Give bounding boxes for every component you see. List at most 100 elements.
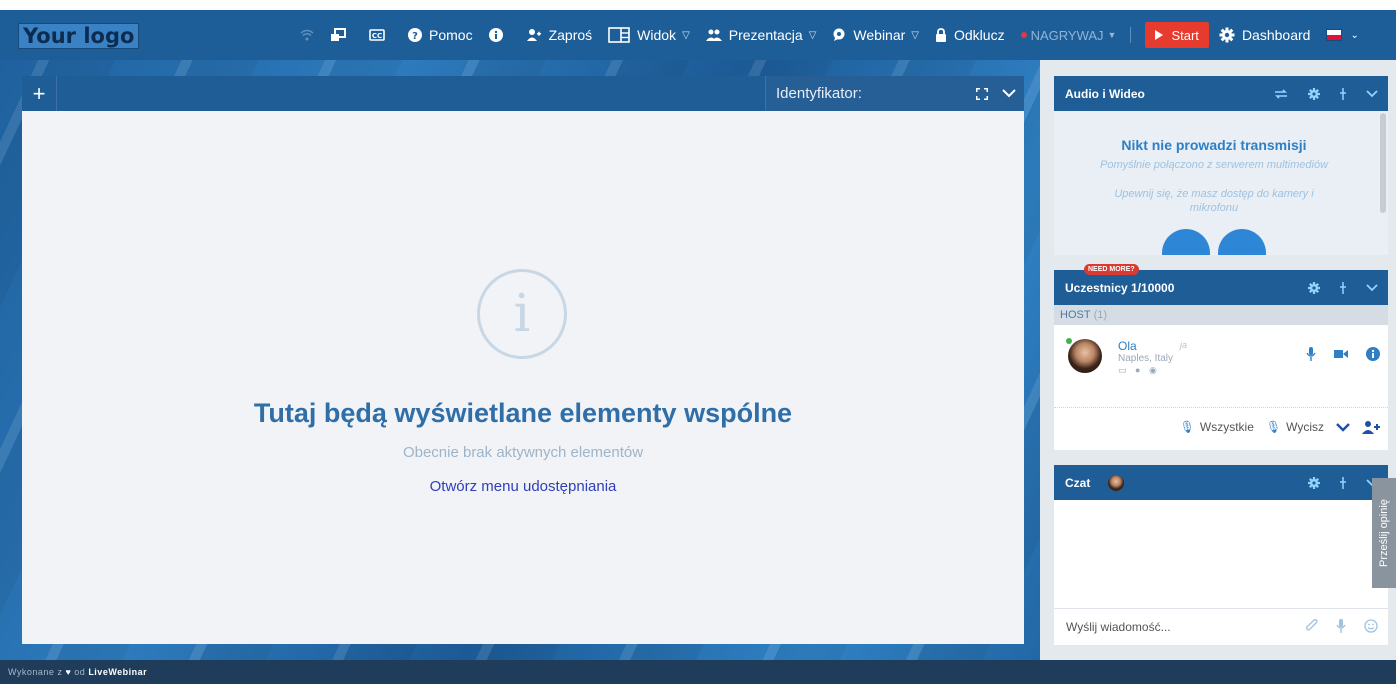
add-user-icon[interactable]: [1362, 420, 1380, 434]
info-icon: i: [477, 269, 567, 359]
microphone-button[interactable]: [1218, 229, 1266, 255]
participant-location: Naples, Italy: [1118, 353, 1174, 364]
mute-all-button[interactable]: 🎙︎ Wycisz: [1266, 420, 1324, 434]
info-icon[interactable]: [1366, 347, 1380, 361]
help-button[interactable]: ? Pomoc: [408, 27, 473, 43]
layout-switch-button[interactable]: [330, 28, 353, 42]
poland-flag-icon: [1326, 29, 1343, 41]
host-count: (1): [1093, 309, 1108, 321]
chevron-down-icon[interactable]: [994, 76, 1024, 111]
gear-icon[interactable]: [1308, 476, 1320, 489]
pin-icon[interactable]: [1340, 281, 1346, 294]
heart-icon: ♥: [65, 667, 72, 677]
lock-icon: [935, 28, 947, 42]
gear-icon: [1219, 27, 1235, 43]
footer-by: od: [74, 667, 86, 677]
language-selector[interactable]: ⌄: [1326, 29, 1359, 41]
pin-icon[interactable]: [1340, 87, 1346, 100]
gear-icon[interactable]: [1308, 281, 1320, 294]
chat-messages: [1054, 500, 1388, 608]
pin-icon[interactable]: [1340, 476, 1346, 489]
audio-video-panel: Audio i Wideo Nikt nie prowadzi transmis…: [1054, 76, 1388, 255]
footer: Wykonane z ♥ od LiveWebinar: [0, 660, 1396, 684]
feedback-label: Prześlij opinię: [1378, 499, 1390, 567]
chevron-down-icon[interactable]: [1366, 283, 1378, 292]
windows-icon: [330, 28, 346, 42]
camera-icon[interactable]: [1334, 347, 1348, 361]
avatar: [1068, 339, 1102, 373]
top-navbar: Your logo CC ? Pomoc Zaproś Widok ▽ Prez…: [0, 10, 1396, 60]
stage-header-right: Identyfikator:: [765, 76, 1024, 111]
layout-icon: [608, 27, 630, 43]
swap-icon[interactable]: [1274, 88, 1288, 99]
chevron-down-icon: ⌄: [1350, 29, 1359, 41]
panel-icons: [1308, 465, 1378, 500]
play-icon: [1155, 30, 1164, 40]
divider: [1130, 27, 1132, 43]
stage-header: + Identyfikator:: [22, 76, 1024, 111]
view-label: Widok: [637, 27, 677, 43]
webinar-icon: [832, 28, 846, 42]
dashboard-button[interactable]: Dashboard: [1219, 27, 1311, 43]
identifier-label: Identyfikator:: [765, 76, 970, 111]
open-share-menu-link[interactable]: Otwórz menu udostępniania: [22, 478, 1024, 495]
panel-title: Audio i Wideo: [1065, 86, 1145, 101]
microphone-icon: 🎙︎: [1179, 420, 1195, 434]
microphone-icon[interactable]: [1336, 619, 1346, 633]
panel-icons: [1308, 270, 1378, 305]
dashboard-label: Dashboard: [1241, 27, 1311, 43]
chevron-down-icon[interactable]: [1366, 89, 1378, 98]
audio-video-header: Audio i Wideo: [1054, 76, 1388, 111]
participants-header: Uczestnicy 1/10000: [1054, 270, 1388, 305]
camera-button[interactable]: [1162, 229, 1210, 255]
chevron-down-icon: ▽: [808, 29, 817, 41]
participant-name: Ola: [1118, 339, 1137, 353]
device-icons: ▭ ● ◉: [1118, 365, 1160, 375]
participant-self-tag: ja: [1180, 340, 1188, 350]
chat-header: Czat: [1054, 465, 1388, 500]
fullscreen-icon[interactable]: [970, 76, 994, 111]
unlock-button[interactable]: Odklucz: [935, 27, 1005, 43]
chevron-down-icon[interactable]: [1336, 422, 1350, 432]
svg-text:?: ?: [412, 31, 418, 42]
invite-button[interactable]: Zaproś: [526, 27, 592, 43]
participant-row[interactable]: Ola ja Naples, Italy ▭ ● ◉: [1054, 325, 1388, 408]
chevron-down-icon: ▽: [682, 29, 690, 41]
presentation-menu[interactable]: Prezentacja ▽: [705, 27, 817, 43]
unmute-all-button[interactable]: 🎙︎ Wszystkie: [1180, 420, 1254, 434]
audio-video-content: Nikt nie prowadzi transmisji Pomyślnie p…: [1054, 111, 1388, 255]
need-more-badge[interactable]: NEED MORE?: [1084, 264, 1139, 275]
emoji-icon[interactable]: [1364, 619, 1378, 633]
stage-subtitle: Obecnie brak aktywnych elementów: [402, 444, 644, 461]
participants-panel: Uczestnicy 1/10000 HOST (1) Ola ja Naple…: [1054, 270, 1388, 450]
nav-items: CC ? Pomoc Zaproś Widok ▽ Prezentacja ▽ …: [300, 10, 1359, 60]
help-label: Pomoc: [429, 27, 473, 43]
gear-icon[interactable]: [1308, 87, 1320, 100]
host-group-header[interactable]: HOST (1): [1054, 305, 1388, 325]
chevron-down-icon: ▽: [911, 29, 919, 41]
participants-footer: 🎙︎ Wszystkie 🎙︎ Wycisz: [1054, 408, 1388, 448]
attachment-icon[interactable]: [1306, 619, 1318, 633]
footer-brand-link[interactable]: LiveWebinar: [88, 667, 147, 677]
add-user-icon: [526, 28, 542, 42]
start-button[interactable]: Start: [1145, 22, 1209, 48]
scrollbar[interactable]: [1380, 113, 1386, 213]
shared-stage: + Identyfikator: i Tutaj będą wyświetlan…: [22, 76, 1024, 644]
host-label: HOST: [1060, 309, 1091, 321]
microphone-icon[interactable]: [1306, 347, 1316, 361]
add-tab-button[interactable]: +: [22, 76, 57, 111]
record-button[interactable]: NAGRYWAJ ▼: [1020, 27, 1116, 43]
chat-input[interactable]: Wyślij wiadomość...: [1054, 608, 1388, 644]
view-menu[interactable]: Widok ▽: [608, 27, 690, 43]
record-label: NAGRYWAJ: [1030, 27, 1104, 43]
logo[interactable]: Your logo: [18, 23, 140, 49]
captions-button[interactable]: CC: [369, 29, 392, 41]
stage-content: i Tutaj będą wyświetlane elementy wspóln…: [22, 111, 1024, 644]
top-strip: [0, 0, 1396, 10]
info-button[interactable]: [488, 28, 510, 42]
webinar-menu[interactable]: Webinar ▽: [832, 27, 919, 43]
feedback-tab[interactable]: Prześlij opinię: [1372, 478, 1396, 588]
info-icon: [488, 28, 503, 42]
chat-input-placeholder: Wyślij wiadomość...: [1066, 619, 1171, 634]
cc-icon: CC: [369, 29, 385, 41]
